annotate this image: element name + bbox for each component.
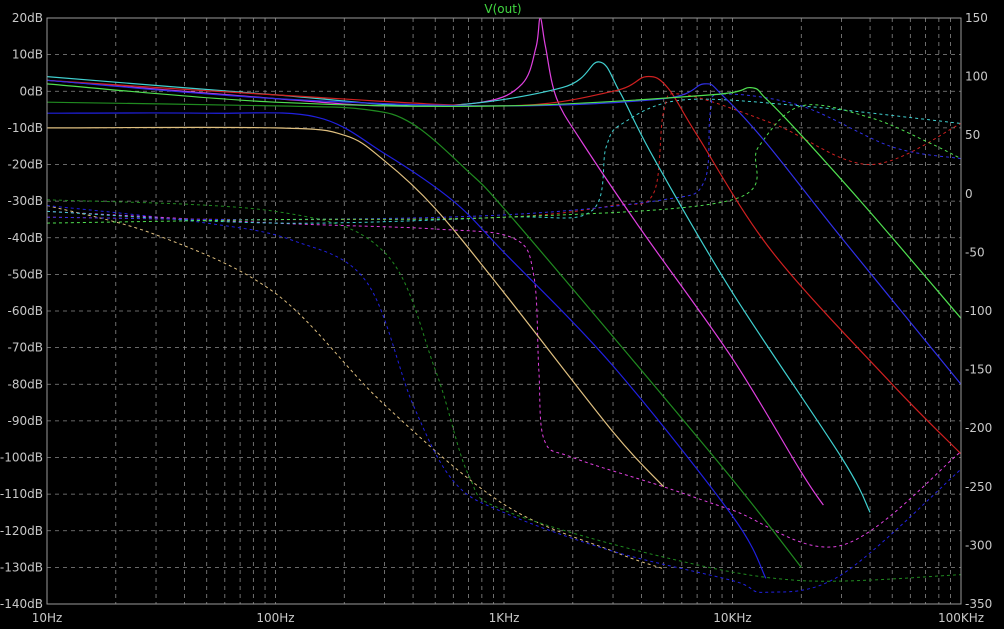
right-tick-label: -50 bbox=[965, 245, 985, 259]
magnitude-trace-1 bbox=[47, 126, 665, 488]
left-tick-label: -80dB bbox=[8, 377, 43, 391]
left-tick-label: -40dB bbox=[8, 231, 43, 245]
right-tick-label: -250 bbox=[965, 480, 992, 494]
right-tick-label: 0 bbox=[965, 187, 973, 201]
left-tick-label: -20dB bbox=[8, 158, 43, 172]
left-tick-label: -120dB bbox=[0, 524, 43, 538]
right-tick-label: -200 bbox=[965, 421, 992, 435]
right-tick-label: -100 bbox=[965, 304, 992, 318]
left-tick-label: -110dB bbox=[0, 487, 43, 501]
right-axis: 150 100 50 0 -50 -100 -150 -200 -250 -300 -350 bbox=[965, 11, 992, 611]
left-tick-label: -70dB bbox=[8, 341, 43, 355]
right-tick-label: -350 bbox=[965, 597, 992, 611]
x-tick-label: 1KHz bbox=[489, 611, 520, 625]
magnitude-trace-2 bbox=[47, 112, 767, 579]
x-axis: 10Hz 100Hz 1KHz 10KHz 100KHz bbox=[32, 611, 984, 625]
left-tick-label: -100dB bbox=[0, 451, 43, 465]
left-tick-label: 10dB bbox=[12, 48, 43, 62]
right-tick-label: 150 bbox=[965, 11, 988, 25]
left-tick-label: -90dB bbox=[8, 414, 43, 428]
x-tick-label: 100Hz bbox=[256, 611, 294, 625]
right-tick-label: 50 bbox=[965, 128, 980, 142]
left-tick-label: -60dB bbox=[8, 304, 43, 318]
right-tick-label: -150 bbox=[965, 363, 992, 377]
x-tick-label: 10KHz bbox=[713, 611, 751, 625]
bode-plot: V(out) 20dB 10dB 0dB -10dB -20dB -30dB -40dB -5… bbox=[0, 2, 992, 625]
left-tick-label: -130dB bbox=[0, 560, 43, 574]
right-tick-label: 100 bbox=[965, 70, 988, 84]
left-tick-label: 20dB bbox=[12, 11, 43, 25]
phase-trace-1 bbox=[47, 205, 664, 570]
left-tick-label: -50dB bbox=[8, 267, 43, 281]
chart-title: V(out) bbox=[484, 2, 521, 16]
x-tick-label: 100KHz bbox=[938, 611, 984, 625]
phase-trace-2 bbox=[47, 205, 961, 593]
right-tick-label: -300 bbox=[965, 538, 992, 552]
left-tick-label: -10dB bbox=[8, 121, 43, 135]
left-tick-label: 0dB bbox=[20, 84, 43, 98]
x-tick-label: 10Hz bbox=[32, 611, 63, 625]
magnitude-trace-5 bbox=[47, 61, 871, 513]
left-tick-label: -30dB bbox=[8, 194, 43, 208]
left-tick-label: -140dB bbox=[0, 597, 43, 611]
left-axis: 20dB 10dB 0dB -10dB -20dB -30dB -40dB -50dB -60d… bbox=[0, 11, 43, 611]
